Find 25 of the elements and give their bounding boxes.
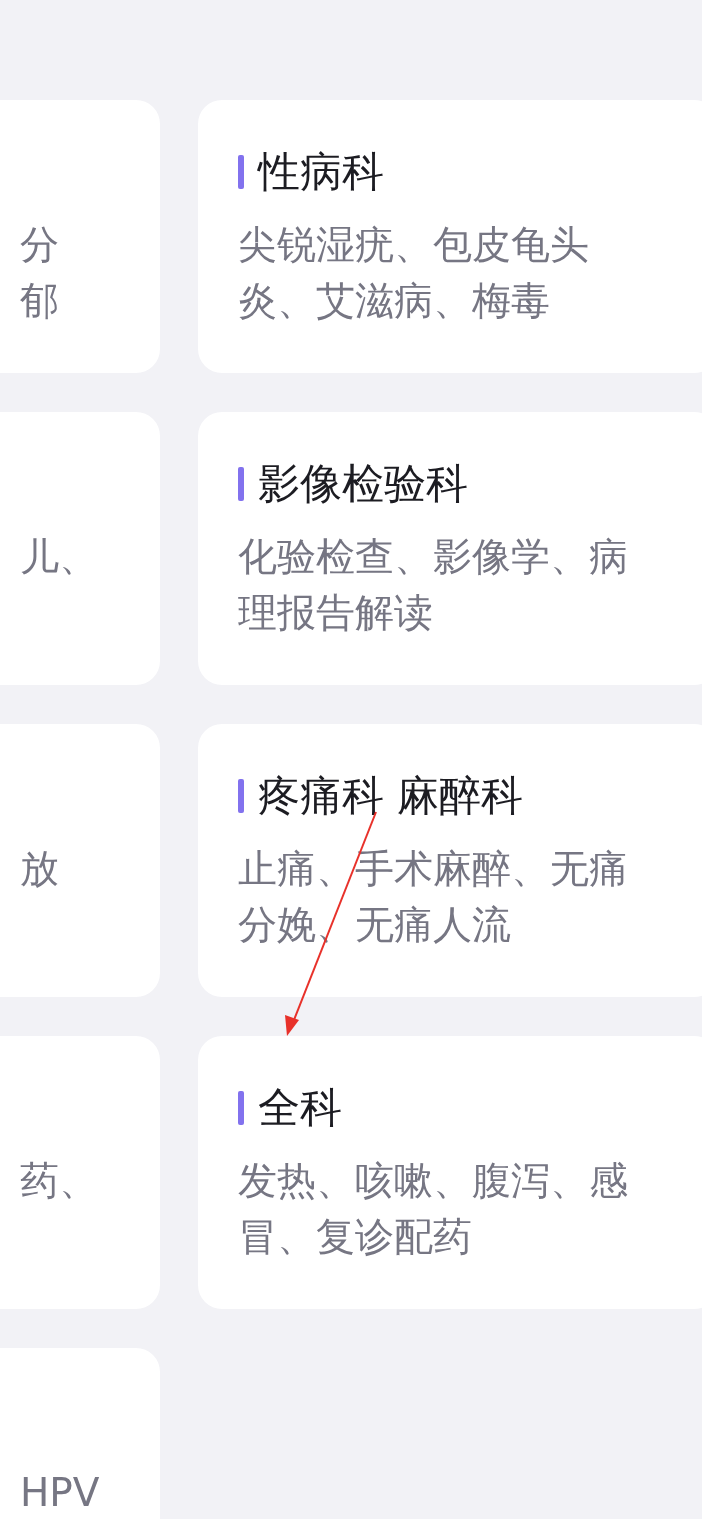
card-description: 郁 (20, 277, 60, 325)
department-card[interactable]: 药、 (0, 1036, 160, 1309)
department-title: 疼痛科 麻醉科 (258, 770, 524, 822)
card-description: 尖锐湿疣、包皮龟头炎、艾滋病、梅毒 (238, 221, 590, 325)
accent-bar (238, 467, 244, 501)
department-card[interactable]: 影像检验科 化验检查、影像学、病理报告解读 (198, 412, 702, 685)
accent-bar (238, 1091, 244, 1125)
card-description: 化验检查、影像学、病理报告解读 (238, 533, 629, 637)
department-title: 全科 (258, 1082, 342, 1134)
card-description: 放 (20, 845, 60, 893)
card-description: 药、 (20, 1157, 99, 1205)
department-card[interactable]: 儿、 (0, 412, 160, 685)
department-title: 影像检验科 (258, 458, 468, 510)
card-description: 儿、 (20, 533, 99, 581)
accent-bar (238, 155, 244, 189)
card-description: 分 (20, 221, 60, 269)
department-card[interactable]: 放 (0, 724, 160, 997)
department-card[interactable]: HPV (0, 1348, 160, 1519)
department-card[interactable]: 分 郁 (0, 100, 160, 373)
card-description: HPV (20, 1469, 101, 1517)
card-description: 发热、咳嗽、腹泻、感冒、复诊配药 (238, 1157, 629, 1261)
department-card[interactable]: 性病科 尖锐湿疣、包皮龟头炎、艾滋病、梅毒 (198, 100, 702, 373)
department-title: 性病科 (258, 146, 384, 198)
accent-bar (238, 779, 244, 813)
department-card[interactable]: 全科 发热、咳嗽、腹泻、感冒、复诊配药 (198, 1036, 702, 1309)
